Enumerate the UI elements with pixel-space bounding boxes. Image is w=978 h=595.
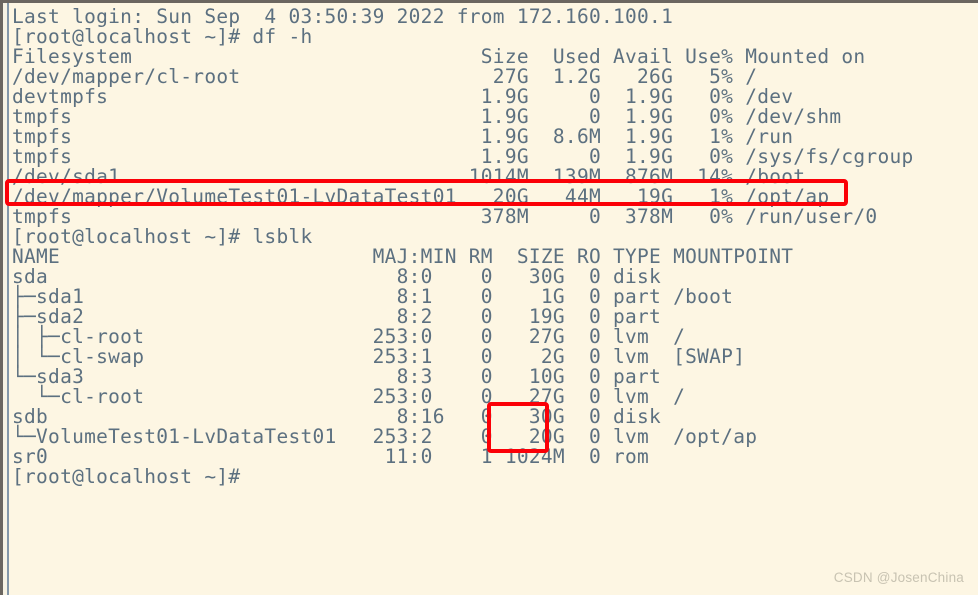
- terminal-line: sdb 8:16 0 30G 0 disk: [12, 405, 674, 428]
- terminal-line: /dev/mapper/VolumeTest01-LvDataTest01 20…: [12, 185, 830, 208]
- terminal-line: [root@localhost ~]# df -h: [12, 25, 313, 48]
- terminal-line: sr0 11:0 1 1024M 0 rom: [12, 445, 674, 468]
- terminal-line: Filesystem Size Used Avail Use% Mounted …: [12, 45, 866, 68]
- terminal-line: sda 8:0 0 30G 0 disk: [12, 265, 674, 288]
- terminal-line: tmpfs 1.9G 0 1.9G 0% /dev/shm: [12, 105, 842, 128]
- watermark: CSDN @JosenChina: [833, 570, 964, 585]
- terminal-line: │ ├─cl-root 253:0 0 27G 0 lvm /: [12, 325, 686, 348]
- terminal-line: Last login: Sun Sep 4 03:50:39 2022 from…: [12, 5, 674, 28]
- terminal-line: └─sda3 8:3 0 10G 0 part: [12, 365, 674, 388]
- terminal-line: │ └─cl-swap 253:1 0 2G 0 lvm [SWAP]: [12, 345, 746, 368]
- terminal-line: tmpfs 1.9G 8.6M 1.9G 1% /run: [12, 125, 794, 148]
- terminal-line: └─cl-root 253:0 0 27G 0 lvm /: [12, 385, 686, 408]
- terminal-left-gutter: [3, 3, 9, 595]
- terminal-line: ├─sda1 8:1 0 1G 0 part /boot: [12, 285, 734, 308]
- terminal-line: devtmpfs 1.9G 0 1.9G 0% /dev: [12, 85, 794, 108]
- terminal-line: NAME MAJ:MIN RM SIZE RO TYPE MOUNTPOINT: [12, 245, 794, 268]
- terminal-line: tmpfs 378M 0 378M 0% /run/user/0: [12, 205, 878, 228]
- terminal-line: ├─sda2 8:2 0 19G 0 part: [12, 305, 674, 328]
- terminal-line: tmpfs 1.9G 0 1.9G 0% /sys/fs/cgroup: [12, 145, 914, 168]
- terminal-line: [root@localhost ~]#: [12, 465, 241, 488]
- terminal-line: /dev/sda1 1014M 139M 876M 14% /boot: [12, 165, 806, 188]
- terminal-window: Last login: Sun Sep 4 03:50:39 2022 from…: [0, 0, 978, 595]
- terminal-line: └─VolumeTest01-LvDataTest01 253:2 0 20G …: [12, 425, 758, 448]
- terminal-line: [root@localhost ~]# lsblk: [12, 225, 313, 248]
- terminal-line: /dev/mapper/cl-root 27G 1.2G 26G 5% /: [12, 65, 758, 88]
- terminal-screen[interactable]: Last login: Sun Sep 4 03:50:39 2022 from…: [12, 6, 978, 595]
